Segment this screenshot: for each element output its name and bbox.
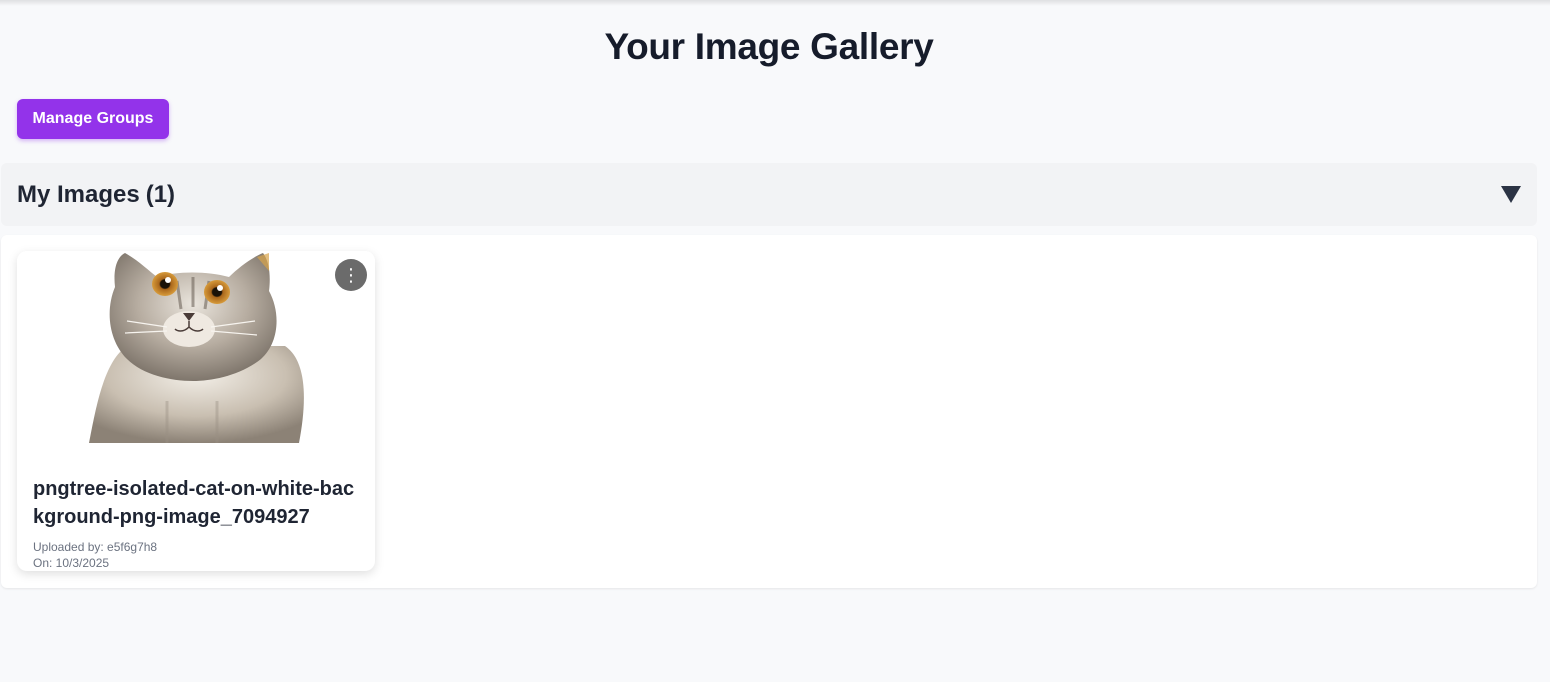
my-images-section-header[interactable]: My Images (1) [1,163,1537,226]
section-count: (1) [145,180,176,208]
image-thumbnail[interactable]: ⋮ [17,251,375,443]
cat-photo [89,253,304,443]
image-card[interactable]: ⋮ pngtree-isolated-cat-on-white-backgrou… [17,251,375,571]
page-title: Your Image Gallery [604,26,934,67]
manage-groups-button[interactable]: Manage Groups [17,99,169,139]
section-title-label: My Images [17,180,140,208]
more-vertical-icon[interactable]: ⋮ [335,259,367,291]
image-name: pngtree-isolated-cat-on-white-background… [33,478,355,528]
section-title: My Images (1) [17,181,175,209]
image-grid: ⋮ pngtree-isolated-cat-on-white-backgrou… [1,235,1537,588]
upload-date: On: 10/3/2025 [33,556,110,570]
uploaded-by: Uploaded by: e5f6g7h8 [33,540,158,554]
triangle-down-icon[interactable] [1501,186,1521,203]
top-shadow [0,0,1550,6]
